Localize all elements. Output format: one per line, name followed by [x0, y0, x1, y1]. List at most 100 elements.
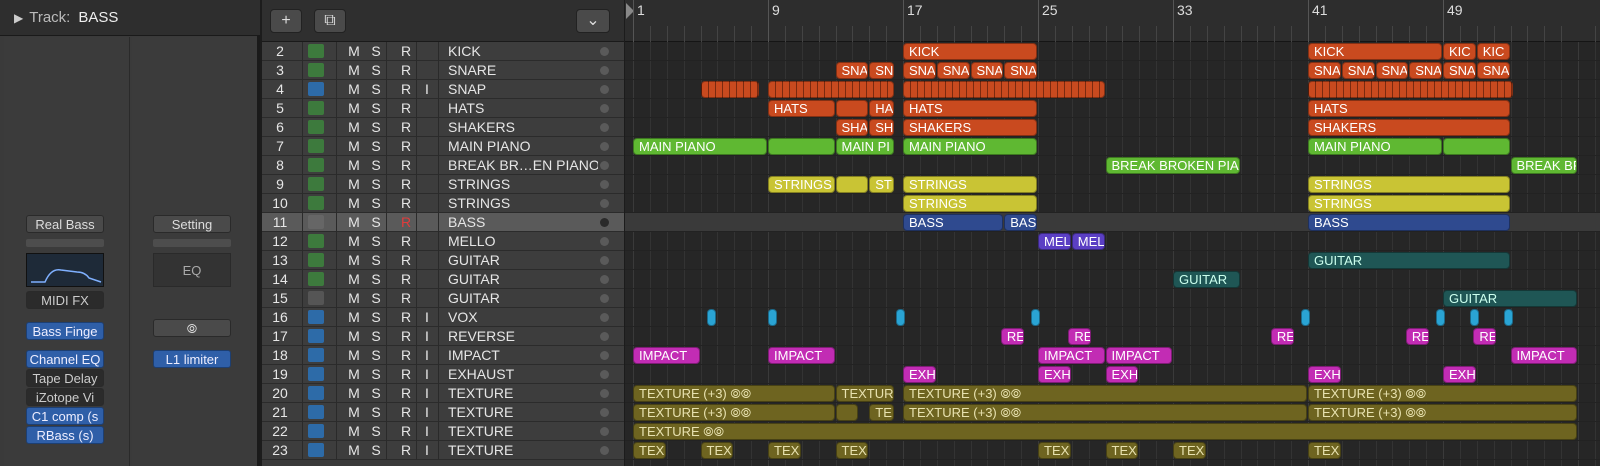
record-enable-button[interactable]: R — [399, 347, 413, 363]
track-name[interactable]: TEXTURE — [448, 404, 598, 420]
record-enable-button[interactable]: R — [399, 100, 413, 116]
plugin-slot[interactable]: Tape Delay — [26, 369, 104, 387]
region[interactable]: RE — [1000, 328, 1024, 345]
mute-button[interactable]: M — [347, 157, 361, 173]
track-name[interactable]: MAIN PIANO — [448, 138, 598, 154]
track-color-dot[interactable] — [600, 85, 609, 94]
region[interactable]: HATS — [903, 100, 1037, 117]
region[interactable]: SNA — [1341, 62, 1375, 79]
record-enable-button[interactable]: R — [399, 119, 413, 135]
region[interactable]: KICK — [903, 43, 1037, 60]
mute-button[interactable]: M — [347, 385, 361, 401]
track-name[interactable]: TEXTURE — [448, 423, 598, 439]
solo-button[interactable]: S — [369, 100, 383, 116]
plugin-slot[interactable]: Bass Finge — [26, 322, 104, 340]
instrument-slot[interactable]: Real Bass — [26, 215, 104, 233]
region[interactable]: EXH — [1105, 366, 1139, 383]
solo-button[interactable]: S — [369, 138, 383, 154]
record-enable-button[interactable]: R — [399, 442, 413, 458]
solo-button[interactable]: S — [369, 423, 383, 439]
solo-button[interactable]: S — [369, 43, 383, 59]
region[interactable]: SHA — [835, 119, 869, 136]
record-enable-button[interactable]: R — [399, 309, 413, 325]
region[interactable]: ST — [869, 176, 894, 193]
track-name[interactable]: GUITAR — [448, 252, 598, 268]
region[interactable]: SNA — [1004, 62, 1037, 79]
track-row[interactable]: 16 M S R I VOX — [262, 308, 624, 327]
track-row[interactable]: 23 M S R I TEXTURE — [262, 441, 624, 460]
region[interactable]: RE — [1473, 328, 1496, 345]
mute-button[interactable]: M — [347, 442, 361, 458]
region[interactable]: MAIN PIANO — [1308, 138, 1442, 155]
region[interactable]: IMPACT — [633, 347, 700, 364]
region[interactable]: STRINGS — [903, 176, 1037, 193]
region[interactable]: SNA — [1375, 62, 1409, 79]
track-name[interactable]: BREAK BR…EN PIANO — [448, 157, 598, 173]
input-monitor-button[interactable]: I — [422, 81, 432, 97]
track-name[interactable]: TEXTURE — [448, 385, 598, 401]
track-row[interactable]: 10 M S R STRINGS — [262, 194, 624, 213]
region[interactable]: BREAK BR — [1510, 157, 1577, 174]
region[interactable]: EXH — [1038, 366, 1071, 383]
track-color-dot[interactable] — [600, 427, 609, 436]
region[interactable]: SNA — [1476, 62, 1510, 79]
track-name[interactable]: SNARE — [448, 62, 598, 78]
input-monitor-button[interactable]: I — [422, 347, 432, 363]
track-row[interactable]: 7 M S R MAIN PIANO — [262, 137, 624, 156]
track-name[interactable]: REVERSE — [448, 328, 598, 344]
track-row[interactable]: 12 M S R MELLO — [262, 232, 624, 251]
region[interactable]: SH — [869, 119, 894, 136]
region[interactable] — [835, 404, 859, 421]
record-enable-button[interactable]: R — [399, 62, 413, 78]
mute-button[interactable]: M — [347, 138, 361, 154]
region[interactable]: BASS — [1308, 214, 1510, 231]
mute-button[interactable]: M — [347, 100, 361, 116]
region[interactable]: TEXTURE (+3) ⦾⦾ — [633, 385, 835, 402]
region[interactable]: TEXTUR — [835, 385, 894, 402]
mute-button[interactable]: M — [347, 366, 361, 382]
record-enable-button[interactable]: R — [399, 138, 413, 154]
region[interactable]: TEXTURE ⦾⦾ — [633, 423, 1577, 440]
track-name[interactable]: SHAKERS — [448, 119, 598, 135]
track-row[interactable]: 14 M S R GUITAR — [262, 270, 624, 289]
track-color-dot[interactable] — [600, 332, 609, 341]
track-name[interactable]: STRINGS — [448, 195, 598, 211]
solo-button[interactable]: S — [369, 176, 383, 192]
region[interactable]: EXH — [903, 366, 936, 383]
inspector-track-header[interactable]: ▶ Track: BASS — [0, 0, 260, 36]
region[interactable]: TEX — [1038, 442, 1071, 459]
region[interactable]: STRINGS — [1308, 195, 1510, 212]
record-enable-button[interactable]: R — [399, 233, 413, 249]
collapse-button[interactable]: ⌄ — [576, 9, 610, 33]
input-monitor-button[interactable]: I — [422, 385, 432, 401]
plugin-slot[interactable]: RBass (s) — [26, 426, 104, 444]
input-monitor-button[interactable]: I — [422, 366, 432, 382]
solo-button[interactable]: S — [369, 309, 383, 325]
track-color-dot[interactable] — [600, 389, 609, 398]
track-color-dot[interactable] — [600, 370, 609, 379]
region[interactable]: TEX — [768, 442, 801, 459]
region[interactable]: RE — [1405, 328, 1429, 345]
record-enable-button[interactable]: R — [399, 366, 413, 382]
region[interactable]: HA — [869, 100, 894, 117]
track-row[interactable]: 15 M S R GUITAR — [262, 289, 624, 308]
region[interactable]: TEXTURE (+3) ⦾⦾ — [1308, 385, 1577, 402]
region[interactable] — [1031, 309, 1041, 326]
mute-button[interactable]: M — [347, 423, 361, 439]
record-enable-button[interactable]: R — [399, 195, 413, 211]
region[interactable]: SNA — [1443, 62, 1476, 79]
link-button[interactable]: ⦾ — [153, 319, 231, 337]
region[interactable]: MEL — [1071, 233, 1105, 250]
region[interactable] — [707, 309, 717, 326]
region[interactable]: TEXTURE (+3) ⦾⦾ — [903, 385, 1307, 402]
add-track-button[interactable]: + — [270, 9, 302, 33]
solo-button[interactable]: S — [369, 214, 383, 230]
region[interactable]: MEL — [1038, 233, 1071, 250]
region[interactable]: BASS — [903, 214, 1004, 231]
track-color-dot[interactable] — [600, 294, 609, 303]
plugin-slot[interactable]: Channel EQ — [26, 350, 104, 368]
region[interactable]: SN — [869, 62, 894, 79]
solo-button[interactable]: S — [369, 290, 383, 306]
mute-button[interactable]: M — [347, 271, 361, 287]
track-row[interactable]: 18 M S R I IMPACT — [262, 346, 624, 365]
